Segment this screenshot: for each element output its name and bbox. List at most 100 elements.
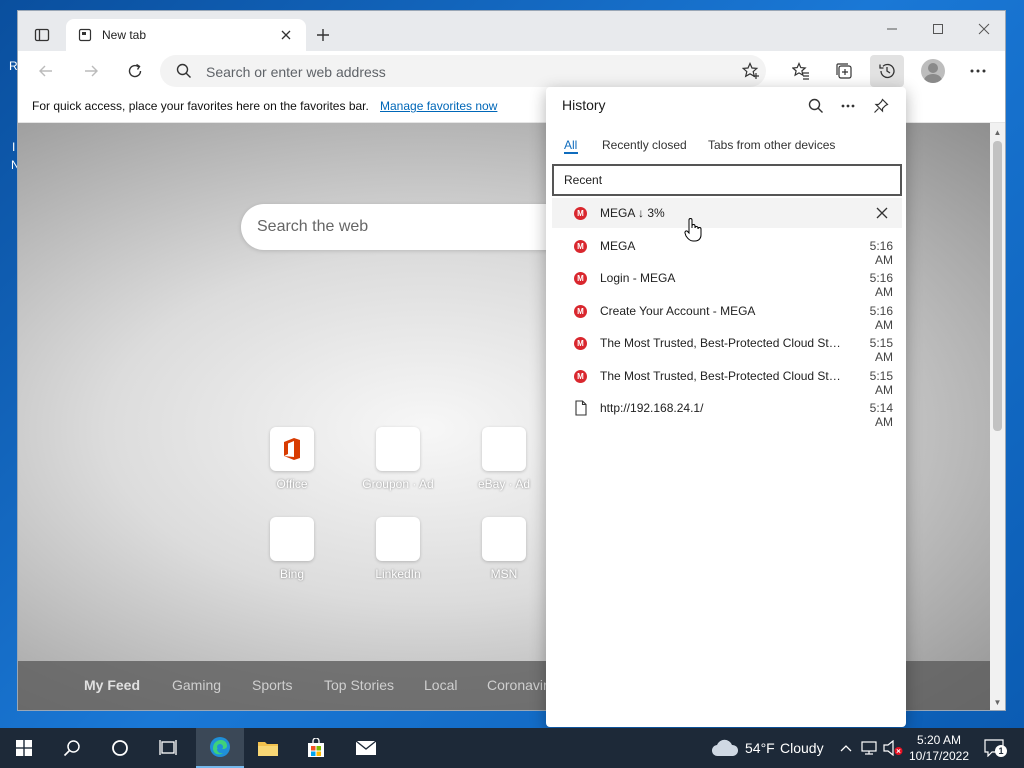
refresh-button[interactable] — [123, 59, 147, 83]
task-view-button[interactable] — [144, 728, 192, 768]
tile-label: Bing — [279, 567, 305, 581]
scroll-thumb[interactable] — [993, 141, 1002, 431]
recent-section-header[interactable]: Recent — [552, 164, 902, 196]
network-button[interactable] — [860, 738, 878, 758]
scroll-up-arrow[interactable]: ▲ — [990, 125, 1005, 139]
network-icon — [861, 741, 877, 755]
feed-tab-sports[interactable]: Sports — [252, 677, 292, 693]
history-tab-recently-closed[interactable]: Recently closed — [602, 138, 687, 152]
tile-linkedin[interactable] — [376, 517, 420, 561]
tab-strip: New tab — [18, 11, 1005, 51]
tile-msn[interactable] — [482, 517, 526, 561]
edge-icon — [210, 737, 230, 757]
cloud-icon — [711, 739, 739, 757]
collections-button[interactable] — [830, 57, 858, 85]
mega-icon: M — [574, 370, 587, 383]
mail-button[interactable] — [342, 728, 390, 768]
close-icon — [978, 23, 990, 35]
manage-favorites-link[interactable]: Manage favorites now — [380, 99, 497, 113]
favorites-button[interactable] — [787, 57, 815, 85]
maximize-icon — [933, 24, 943, 34]
mega-icon: M — [574, 240, 587, 253]
mega-icon: M — [574, 305, 587, 318]
add-favorite-icon[interactable] — [742, 62, 760, 80]
weather-temp[interactable]: 54°F — [745, 740, 775, 756]
history-item[interactable]: http://192.168.24.1/ 5:14 AM — [552, 393, 902, 429]
forward-button[interactable] — [79, 59, 103, 83]
taskbar-edge-button[interactable] — [196, 728, 244, 768]
feed-tab-local[interactable]: Local — [424, 677, 457, 693]
tile-bing[interactable] — [270, 517, 314, 561]
tab-actions-button[interactable] — [30, 23, 54, 47]
file-explorer-button[interactable] — [244, 728, 292, 768]
active-tab-indicator — [564, 152, 578, 154]
tile-label: LinkedIn — [375, 567, 421, 581]
history-item-title: MEGA ↓ 3% — [600, 206, 665, 220]
history-icon — [879, 63, 895, 79]
minimize-button[interactable] — [880, 17, 904, 41]
history-item[interactable]: M MEGA ↓ 3% — [552, 198, 902, 228]
back-button[interactable] — [34, 59, 58, 83]
remove-history-item-button[interactable] — [872, 203, 892, 223]
tile-office[interactable] — [270, 427, 314, 471]
microsoft-store-button[interactable] — [292, 728, 340, 768]
history-item-title: Create Your Account - MEGA — [600, 304, 756, 318]
volume-button[interactable] — [882, 738, 904, 758]
taskbar: 54°F Cloudy 5:20 AM 10/17/2022 1 — [0, 728, 1024, 768]
arrow-right-icon — [85, 65, 98, 77]
history-more-button[interactable] — [838, 96, 858, 116]
show-hidden-icons-button[interactable] — [838, 738, 854, 758]
scroll-down-arrow[interactable]: ▼ — [990, 695, 1005, 709]
close-icon — [876, 207, 888, 219]
history-item[interactable]: M The Most Trusted, Best-Protected Cloud… — [552, 361, 902, 397]
tile-ebay[interactable] — [482, 427, 526, 471]
history-search-button[interactable] — [806, 96, 826, 116]
taskbar-search-button[interactable] — [48, 728, 96, 768]
feed-tab-top-stories[interactable]: Top Stories — [324, 677, 394, 693]
web-search-box[interactable]: Search the web — [241, 204, 571, 250]
tab-new-tab[interactable]: New tab — [66, 19, 306, 51]
history-item-title: Login - MEGA — [600, 271, 676, 285]
close-tab-button[interactable] — [276, 25, 296, 45]
collections-icon — [836, 63, 852, 79]
desktop-icon-fragment: I — [12, 140, 16, 154]
favorites-icon — [792, 62, 809, 80]
history-item[interactable]: M The Most Trusted, Best-Protected Cloud… — [552, 328, 902, 364]
arrow-left-icon — [39, 65, 52, 77]
mega-icon: M — [574, 337, 587, 350]
start-button[interactable] — [0, 728, 48, 768]
history-item-title: The Most Trusted, Best-Protected Cloud S… — [600, 369, 844, 383]
history-tab-other-devices[interactable]: Tabs from other devices — [708, 138, 835, 152]
volume-muted-icon — [883, 740, 903, 756]
weather-condition[interactable]: Cloudy — [780, 740, 824, 756]
mega-icon: M — [574, 272, 587, 285]
recent-section-label: Recent — [564, 173, 603, 187]
settings-more-button[interactable] — [964, 57, 992, 85]
feed-tab-my-feed[interactable]: My Feed — [84, 677, 140, 693]
history-pin-button[interactable] — [870, 95, 892, 117]
system-clock[interactable]: 5:20 AM 10/17/2022 — [905, 732, 973, 764]
address-bar[interactable]: Search or enter web address — [160, 55, 766, 87]
minimize-icon — [887, 28, 897, 30]
office-icon — [284, 438, 300, 460]
store-icon — [308, 738, 324, 757]
page-icon — [78, 28, 92, 42]
profile-avatar[interactable] — [921, 59, 945, 83]
close-window-button[interactable] — [972, 17, 996, 41]
action-center-button[interactable]: 1 — [982, 737, 1007, 759]
history-panel: History All Recently closed Tabs from ot… — [546, 87, 906, 727]
tab-title: New tab — [102, 28, 147, 42]
page-scrollbar[interactable]: ▲ ▼ — [990, 123, 1005, 710]
tile-label: Groupon · Ad — [362, 477, 434, 491]
feed-tab-coronavirus[interactable]: Coronavir — [487, 677, 548, 693]
cortana-button[interactable] — [96, 728, 144, 768]
tile-groupon[interactable] — [376, 427, 420, 471]
history-item[interactable]: M Login - MEGA 5:16 AM — [552, 263, 902, 299]
feed-tab-gaming[interactable]: Gaming — [172, 677, 221, 693]
history-tab-all[interactable]: All — [564, 138, 577, 152]
history-item[interactable]: M Create Your Account - MEGA 5:16 AM — [552, 296, 902, 332]
history-item[interactable]: M MEGA 5:16 AM — [552, 231, 902, 267]
new-tab-button[interactable] — [311, 23, 335, 47]
history-button[interactable] — [870, 55, 904, 87]
maximize-button[interactable] — [926, 17, 950, 41]
